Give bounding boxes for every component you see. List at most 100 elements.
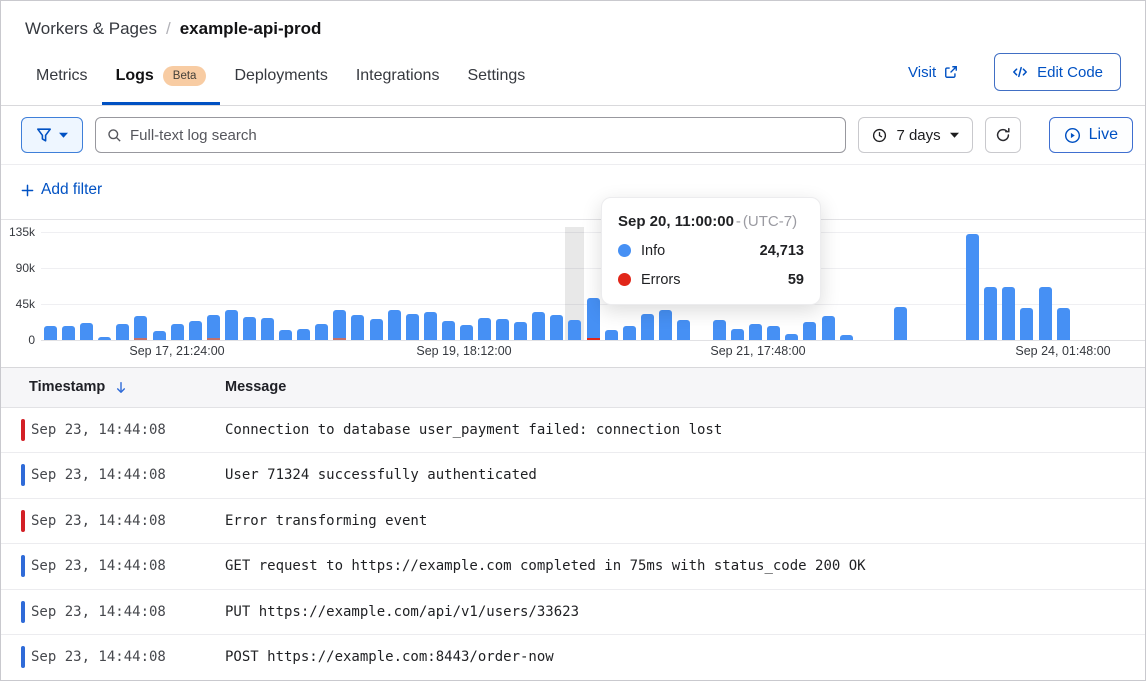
histogram-bar[interactable] [62,326,75,340]
histogram-bar[interactable] [243,317,256,340]
log-histogram[interactable]: Sep 20, 11:00:00-(UTC-7) Info24,713Error… [1,220,1145,367]
y-axis-tick-label: 45k [1,297,35,311]
page-header: Workers & Pages / example-api-prod Metri… [1,1,1145,106]
tab-deployments[interactable]: Deployments [220,47,341,105]
tab-logs[interactable]: LogsBeta [102,47,221,105]
histogram-bar[interactable] [116,324,129,340]
histogram-bar[interactable] [641,314,654,340]
log-timestamp: Sep 23, 14:44:08 [1,422,225,438]
histogram-bar[interactable] [623,326,636,340]
log-timestamp: Sep 23, 14:44:08 [1,649,225,665]
histogram-bar[interactable] [659,310,672,340]
histogram-bar[interactable] [749,324,762,340]
breadcrumb: Workers & Pages / example-api-prod [25,19,1121,39]
log-message: PUT https://example.com/api/v1/users/336… [225,604,579,620]
add-filter-button[interactable]: Add filter [21,181,102,199]
histogram-bar[interactable] [261,318,274,340]
severity-indicator [21,419,25,441]
histogram-bar[interactable] [225,310,238,340]
histogram-bar[interactable] [587,298,600,340]
histogram-bar[interactable] [388,310,401,340]
tab-settings[interactable]: Settings [453,47,539,105]
histogram-bar[interactable] [840,335,853,340]
histogram-bar[interactable] [550,315,563,340]
histogram-bar[interactable] [333,310,346,340]
histogram-bar[interactable] [822,316,835,340]
breadcrumb-workers-pages[interactable]: Workers & Pages [25,19,157,39]
search-input[interactable] [130,127,834,144]
log-timestamp: Sep 23, 14:44:08 [1,467,225,483]
edit-code-button[interactable]: Edit Code [994,53,1121,91]
log-row[interactable]: Sep 23, 14:44:08 POST https://example.co… [1,635,1145,681]
histogram-bar[interactable] [98,337,111,340]
breadcrumb-current: example-api-prod [180,19,322,39]
histogram-bar[interactable] [442,321,455,340]
severity-indicator [21,601,25,623]
x-axis-tick-label: Sep 17, 21:24:00 [129,344,224,358]
log-row[interactable]: Sep 23, 14:44:08 GET request to https://… [1,544,1145,590]
histogram-bar[interactable] [478,318,491,340]
histogram-bar[interactable] [966,234,979,340]
histogram-bar[interactable] [713,320,726,340]
table-body: Sep 23, 14:44:08 Connection to database … [1,408,1145,681]
histogram-bar[interactable] [803,322,816,340]
tooltip-separator: - [736,213,741,230]
y-axis-tick-label: 0 [1,333,35,347]
histogram-bar[interactable] [297,329,310,340]
histogram-bar[interactable] [767,326,780,340]
histogram-bar[interactable] [1039,287,1052,340]
histogram-bar[interactable] [1020,308,1033,340]
histogram-bar[interactable] [677,320,690,340]
histogram-bar[interactable] [370,319,383,340]
log-row[interactable]: Sep 23, 14:44:08 PUT https://example.com… [1,590,1145,636]
histogram-bar[interactable] [1002,287,1015,340]
header-actions: Visit Edit Code [908,47,1121,105]
histogram-bar[interactable] [496,319,509,340]
tab-integrations[interactable]: Integrations [342,47,454,105]
histogram-bar[interactable] [351,315,364,340]
histogram-bar[interactable] [605,330,618,340]
log-row[interactable]: Sep 23, 14:44:08 Error transforming even… [1,499,1145,545]
column-header-message[interactable]: Message [225,379,286,395]
histogram-bar[interactable] [207,315,220,340]
code-icon [1012,64,1028,80]
histogram-bar[interactable] [315,324,328,340]
tab-metrics[interactable]: Metrics [22,47,102,105]
table-header: Timestamp Message [1,367,1145,408]
log-timestamp: Sep 23, 14:44:08 [1,604,225,620]
filter-dropdown-button[interactable] [21,117,83,153]
histogram-bar[interactable] [279,330,292,340]
histogram-bar[interactable] [785,334,798,340]
refresh-button[interactable] [985,117,1021,153]
errors-legend-dot [618,273,631,286]
live-label: Live [1089,126,1118,144]
histogram-bar[interactable] [44,326,57,340]
timestamp-header-label: Timestamp [29,379,105,395]
tab-row: MetricsLogsBetaDeploymentsIntegrationsSe… [25,47,1121,105]
histogram-bar[interactable] [80,323,93,340]
histogram-bar[interactable] [460,325,473,340]
histogram-bar[interactable] [894,307,907,340]
histogram-bar[interactable] [514,322,527,340]
histogram-bar[interactable] [406,314,419,340]
histogram-bar-error-segment [333,338,346,340]
column-header-timestamp[interactable]: Timestamp [1,379,225,395]
visit-link[interactable]: Visit [908,64,958,81]
log-row[interactable]: Sep 23, 14:44:08 Connection to database … [1,408,1145,454]
histogram-bar[interactable] [189,321,202,340]
histogram-bar[interactable] [1057,308,1070,340]
time-range-button[interactable]: 7 days [858,117,972,153]
add-filter-label: Add filter [41,181,102,199]
histogram-bar[interactable] [134,316,147,340]
histogram-bar[interactable] [532,312,545,340]
histogram-bar[interactable] [153,331,166,340]
histogram-bar[interactable] [171,324,184,340]
histogram-bar[interactable] [984,287,997,340]
histogram-bar[interactable] [568,320,581,340]
log-row[interactable]: Sep 23, 14:44:08 User 71324 successfully… [1,453,1145,499]
histogram-bar[interactable] [424,312,437,340]
x-axis-tick-label: Sep 19, 18:12:00 [416,344,511,358]
live-button[interactable]: Live [1049,117,1133,153]
histogram-bar[interactable] [731,329,744,340]
message-header-label: Message [225,379,286,395]
